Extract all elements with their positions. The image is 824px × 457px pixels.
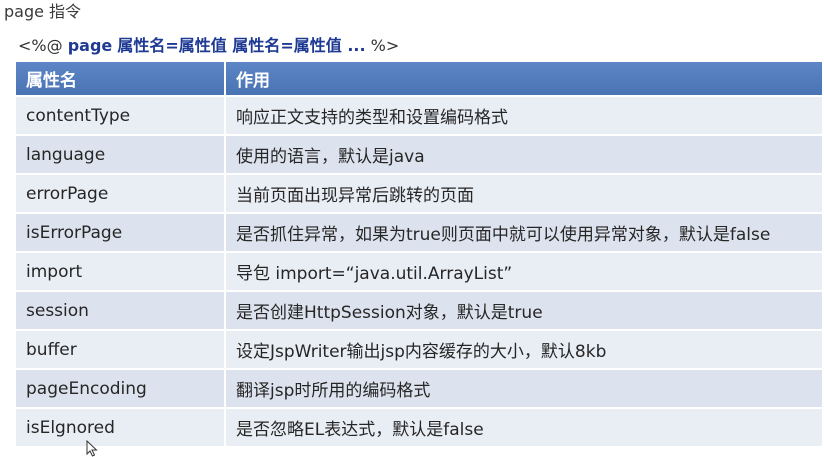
mouse-cursor-icon	[86, 440, 98, 457]
attribute-description: 设定JspWriter输出jsp内容缓存的大小，默认8kb	[226, 331, 822, 370]
syntax-attrs: 属性名=属性值 属性名=属性值 ...	[117, 36, 366, 55]
table-row: isElgnored 是否忽略EL表达式，默认是false	[16, 409, 822, 448]
table-row: session 是否创建HttpSession对象，默认是true	[16, 292, 822, 331]
attribute-name: errorPage	[16, 175, 226, 214]
attribute-description: 是否创建HttpSession对象，默认是true	[226, 292, 822, 331]
table-header-row: 属性名 作用	[16, 62, 822, 97]
directive-syntax: <%@ page 属性名=属性值 属性名=属性值 ... %>	[18, 36, 399, 56]
attribute-name: pageEncoding	[16, 370, 226, 409]
header-attribute-name: 属性名	[16, 62, 226, 97]
attribute-name: buffer	[16, 331, 226, 370]
syntax-close: %>	[370, 36, 400, 55]
table-row: import 导包 import=“java.util.ArrayList”	[16, 253, 822, 292]
attribute-description: 使用的语言，默认是java	[226, 136, 822, 175]
attribute-description: 是否忽略EL表达式，默认是false	[226, 409, 822, 448]
attribute-name: isElgnored	[16, 409, 226, 448]
page-title: page 指令	[4, 2, 82, 21]
attribute-description: 是否抓住异常，如果为true则页面中就可以使用异常对象，默认是false	[226, 214, 822, 253]
attribute-name: language	[16, 136, 226, 175]
table-row: buffer 设定JspWriter输出jsp内容缓存的大小，默认8kb	[16, 331, 822, 370]
attribute-description: 翻译jsp时所用的编码格式	[226, 370, 822, 409]
attribute-name: session	[16, 292, 226, 331]
attribute-name: import	[16, 253, 226, 292]
attribute-description: 导包 import=“java.util.ArrayList”	[226, 253, 822, 292]
table-row: isErrorPage 是否抓住异常，如果为true则页面中就可以使用异常对象，…	[16, 214, 822, 253]
syntax-keyword: page	[67, 36, 113, 55]
attribute-name: contentType	[16, 97, 226, 136]
attribute-description: 当前页面出现异常后跳转的页面	[226, 175, 822, 214]
attribute-table: 属性名 作用 contentType 响应正文支持的类型和设置编码格式 lang…	[16, 62, 822, 448]
attribute-description: 响应正文支持的类型和设置编码格式	[226, 97, 822, 136]
attribute-name: isErrorPage	[16, 214, 226, 253]
table-row: contentType 响应正文支持的类型和设置编码格式	[16, 97, 822, 136]
syntax-open: <%@	[18, 36, 63, 55]
table-row: language 使用的语言，默认是java	[16, 136, 822, 175]
header-purpose: 作用	[226, 62, 822, 97]
table-row: errorPage 当前页面出现异常后跳转的页面	[16, 175, 822, 214]
table-row: pageEncoding 翻译jsp时所用的编码格式	[16, 370, 822, 409]
